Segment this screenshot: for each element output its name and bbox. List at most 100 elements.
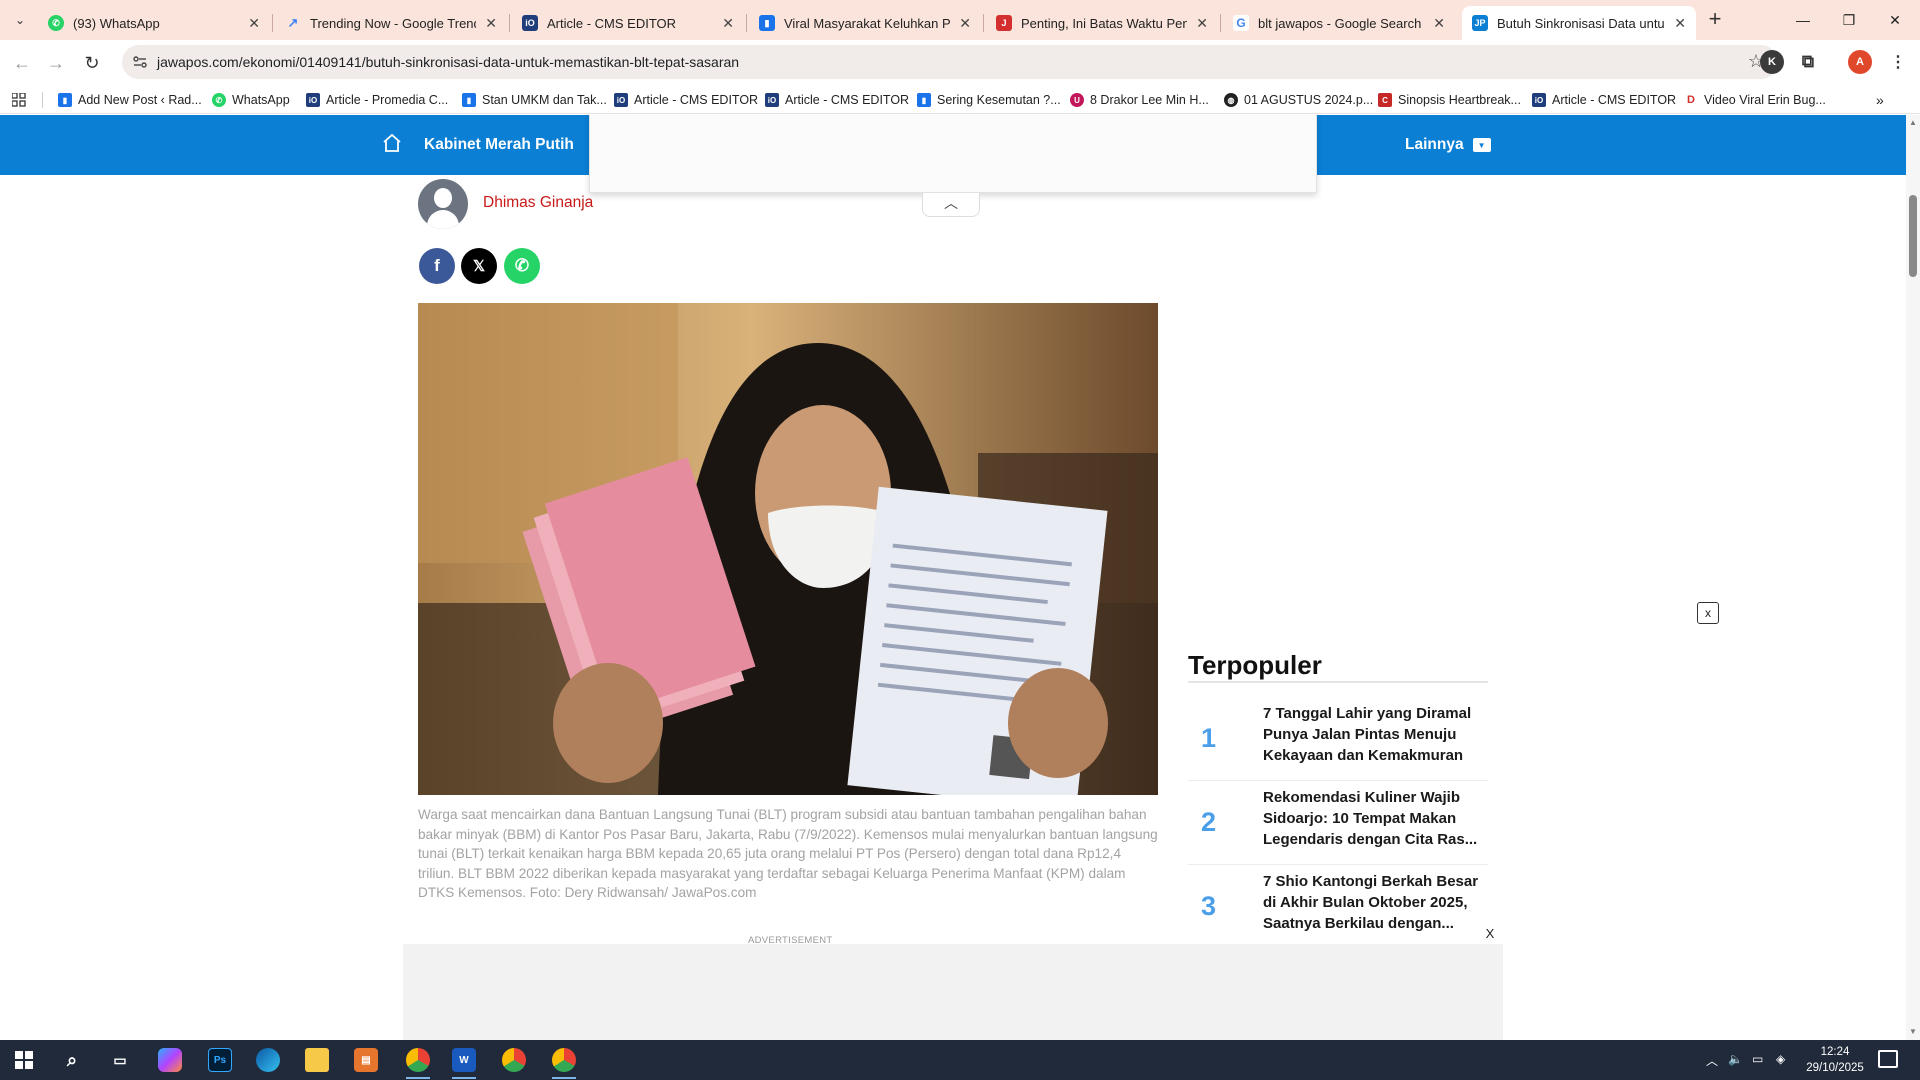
extensions-puzzle-icon[interactable]: ⧉ [1796,50,1820,74]
bookmark-item[interactable]: ▮ Sering Kesemutan ?... [917,90,1061,110]
reload-button[interactable]: ↻ [80,51,104,75]
top-ad-panel [589,115,1317,193]
scrollbar-thumb[interactable] [1909,195,1917,277]
tab-google-trends[interactable]: ↗ Trending Now - Google Trends ✕ [275,6,507,40]
url-text[interactable]: jawapos.com/ekonomi/01409141/butuh-sinkr… [157,54,739,70]
bookmark-item[interactable]: U 8 Drakor Lee Min H... [1070,90,1209,110]
close-icon[interactable]: ✕ [722,15,734,32]
site-settings-icon[interactable] [132,54,148,70]
network-icon[interactable]: ▭ [1752,1052,1763,1066]
bookmark-item[interactable]: iO Article - CMS EDITOR [765,90,909,110]
bookmark-label: Sinopsis Heartbreak... [1398,93,1521,107]
popular-item-title[interactable]: 7 Shio Kantongi Berkah Besar di Akhir Bu… [1263,871,1483,934]
bookmark-divider [42,92,43,108]
popular-item[interactable]: 2 Rekomendasi Kuliner Wajib Sidoarjo: 10… [1188,787,1488,865]
bookmark-label: Article - Promedia C... [326,93,449,107]
bookmark-label: WhatsApp [232,93,290,107]
popular-item[interactable]: 1 7 Tanggal Lahir yang Diramal Punya Jal… [1188,703,1488,781]
chrome-alt-icon[interactable] [552,1048,576,1072]
close-icon[interactable]: ✕ [959,15,971,32]
popular-item[interactable]: 3 7 Shio Kantongi Berkah Besar di Akhir … [1188,871,1488,941]
chevron-down-icon: ⌄ [14,13,26,27]
more-menu-icon[interactable]: ⋮ [1886,50,1910,74]
word-icon[interactable]: W [452,1048,476,1072]
tab-penting-article[interactable]: J Penting, Ini Batas Waktu Penca ✕ [986,6,1218,40]
address-bar[interactable]: jawapos.com/ekonomi/01409141/butuh-sinkr… [122,45,1778,79]
windows-taskbar: ⌕ ▭ Ps ▤ W ︿ 🔈 ▭ ◈ 12:24 29/10/2025 [0,1040,1920,1080]
profile-avatar[interactable]: A [1848,50,1872,74]
photo-caption: Warga saat mencairkan dana Bantuan Langs… [418,807,1158,901]
collapse-ad-button[interactable]: ︿ [922,193,980,217]
close-icon[interactable]: ✕ [1196,15,1208,32]
facebook-share-button[interactable]: f [419,248,455,284]
author-name[interactable]: Dhimas Ginanja [483,194,593,212]
bookmark-item[interactable]: ▮ Stan UMKM dan Tak... [462,90,607,110]
home-icon[interactable] [382,133,402,153]
apps-grid-icon[interactable] [12,90,26,110]
close-icon[interactable]: ✕ [1433,15,1445,32]
more-bookmarks-button[interactable]: » [1876,90,1884,110]
bottom-ad-slot [403,944,1503,1040]
scroll-down-icon[interactable]: ▼ [1909,1027,1917,1036]
close-window-button[interactable]: ✕ [1880,6,1910,34]
bookmark-item[interactable]: iO Article - CMS EDITOR [1532,90,1676,110]
globe-icon: ◍ [1224,93,1238,107]
notes-app-icon[interactable]: ▤ [354,1048,378,1072]
scroll-up-icon[interactable]: ▲ [1909,118,1917,127]
page-scrollbar[interactable]: ▲ ▼ [1906,115,1920,1040]
trends-icon: ↗ [287,15,299,30]
whatsapp-share-button[interactable]: ✆ [504,248,540,284]
security-shield-icon[interactable]: ◈ [1776,1052,1785,1066]
popular-item-title[interactable]: Rekomendasi Kuliner Wajib Sidoarjo: 10 T… [1263,787,1483,850]
forward-button[interactable]: → [44,51,68,75]
volume-icon[interactable]: 🔈 [1728,1052,1743,1066]
cms-icon: iO [614,93,628,107]
bookmark-label: Article - CMS EDITOR [1552,93,1677,107]
new-tab-button[interactable]: + [1703,8,1727,32]
tray-chevron-icon[interactable]: ︿ [1706,1052,1718,1069]
bookmark-item[interactable]: C Sinopsis Heartbreak... [1378,90,1521,110]
edge-icon[interactable] [256,1048,280,1072]
side-ad-close-button[interactable]: x [1697,602,1719,624]
more-menu-button[interactable]: Lainnya ▼ [1405,136,1491,154]
tab-separator [983,14,984,32]
photoshop-icon[interactable]: Ps [208,1048,232,1072]
page-viewport: Kabinet Merah Putih Lainnya ▼ ︿ Dhimas G… [0,115,1906,1040]
chrome-icon[interactable] [502,1048,526,1072]
nav-link-kabinet[interactable]: Kabinet Merah Putih [424,136,574,154]
close-label: X [1485,926,1495,941]
chrome-profile-icon[interactable] [406,1048,430,1072]
notification-icon[interactable] [1878,1050,1898,1068]
bookmark-item[interactable]: D Video Viral Erin Bug... [1684,90,1826,110]
bookmark-item[interactable]: iO Article - Promedia C... [306,90,448,110]
tab-cms-editor[interactable]: iO Article - CMS EDITOR ✕ [512,6,744,40]
close-icon[interactable]: ✕ [1674,15,1686,32]
bookmark-item[interactable]: ✆ WhatsApp [212,90,290,110]
bookmark-item[interactable]: ◍ 01 AGUSTUS 2024.p... [1224,90,1373,110]
close-icon[interactable]: ✕ [485,15,497,32]
author-avatar[interactable] [418,179,468,229]
bottom-ad-close-button[interactable]: X [1480,925,1500,943]
copilot-icon[interactable] [158,1048,182,1072]
close-icon[interactable]: ✕ [248,15,260,32]
bookmark-item[interactable]: ▮ Add New Post ‹ Rad... [58,90,202,110]
tab-viral-article[interactable]: ▮ Viral Masyarakat Keluhkan Pert ✕ [749,6,981,40]
file-explorer-icon[interactable] [305,1048,329,1072]
search-icon[interactable]: ⌕ [60,1048,84,1072]
task-view-icon[interactable]: ▭ [108,1048,132,1072]
start-icon[interactable] [12,1048,36,1072]
system-clock[interactable]: 12:24 29/10/2025 [1800,1044,1870,1076]
tab-search-button[interactable]: ⌄ [8,8,32,32]
whatsapp-icon: ✆ [212,93,226,107]
x-share-button[interactable]: 𝕏 [461,248,497,284]
minimize-button[interactable]: — [1788,6,1818,34]
restore-button[interactable]: ❐ [1834,6,1864,34]
tab-active-article[interactable]: JP Butuh Sinkronisasi Data untuk ✕ [1462,6,1696,40]
popular-item-title[interactable]: 7 Tanggal Lahir yang Diramal Punya Jalan… [1263,703,1483,766]
back-button[interactable]: ← [10,51,34,75]
tab-google-search[interactable]: G blt jawapos - Google Search ✕ [1223,6,1455,40]
tab-whatsapp[interactable]: ✆ (93) WhatsApp ✕ [38,6,270,40]
restore-icon: ❐ [1842,12,1856,28]
extension-k-icon[interactable]: K [1760,50,1784,74]
bookmark-item[interactable]: iO Article - CMS EDITOR [614,90,758,110]
